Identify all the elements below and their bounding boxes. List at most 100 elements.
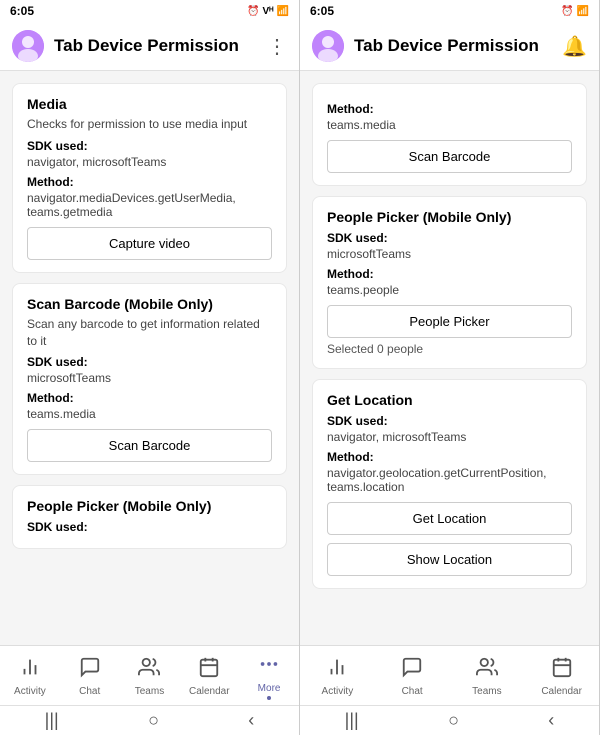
time-right: 6:05 xyxy=(310,4,334,18)
media-method-label: Method: xyxy=(27,175,272,189)
activity-label-right: Activity xyxy=(322,686,354,697)
people-picker-sdk-label-left: SDK used: xyxy=(27,520,272,534)
more-icon-left xyxy=(258,653,280,681)
nav-bar-left: Activity Chat Teams xyxy=(0,645,299,705)
nav-activity-right[interactable]: Activity xyxy=(312,656,362,697)
people-picker-selected: Selected 0 people xyxy=(327,342,572,356)
media-method-value: navigator.mediaDevices.getUserMedia, tea… xyxy=(27,191,272,219)
get-location-method-label: Method: xyxy=(327,450,572,464)
teams-label-left: Teams xyxy=(135,686,164,697)
back-gesture: ‹ xyxy=(248,710,254,731)
scan-sdk-value: microsoftTeams xyxy=(27,371,272,385)
battery-icon-right: 📶 xyxy=(577,6,589,17)
back-gesture-right: ‹ xyxy=(548,710,554,731)
bottom-bar-left: ||| ○ ‹ xyxy=(0,705,299,735)
nav-teams-left[interactable]: Teams xyxy=(124,656,174,697)
activity-label-left: Activity xyxy=(14,686,46,697)
page-title-left: Tab Device Permission xyxy=(54,36,257,56)
people-picker-card-left-partial: People Picker (Mobile Only) SDK used: xyxy=(12,485,287,549)
teams-icon-left xyxy=(138,656,160,684)
status-icons-right: ⏰ 📶 xyxy=(561,6,589,17)
title-bar-right: Tab Device Permission 🔔 xyxy=(300,22,599,71)
nav-calendar-left[interactable]: Calendar xyxy=(184,656,234,697)
get-location-sdk-label: SDK used: xyxy=(327,414,572,428)
capture-video-button[interactable]: Capture video xyxy=(27,227,272,260)
nav-chat-right[interactable]: Chat xyxy=(387,656,437,697)
nav-teams-right[interactable]: Teams xyxy=(462,656,512,697)
avatar-right xyxy=(312,30,344,62)
right-phone: 6:05 ⏰ 📶 Tab Device Permission 🔔 Method:… xyxy=(300,0,600,735)
media-sdk-label: SDK used: xyxy=(27,139,272,153)
people-picker-card-right: People Picker (Mobile Only) SDK used: mi… xyxy=(312,196,587,369)
scan-barcode-title: Scan Barcode (Mobile Only) xyxy=(27,296,272,312)
scan-method-value-right: teams.media xyxy=(327,118,572,132)
people-picker-title-left: People Picker (Mobile Only) xyxy=(27,498,272,514)
content-right: Method: teams.media Scan Barcode People … xyxy=(300,71,599,645)
scan-barcode-desc: Scan any barcode to get information rela… xyxy=(27,316,272,350)
calendar-label-right: Calendar xyxy=(541,686,582,697)
scan-method-label: Method: xyxy=(27,391,272,405)
get-location-sdk-value: navigator, microsoftTeams xyxy=(327,430,572,444)
people-picker-method-label-right: Method: xyxy=(327,267,572,281)
calendar-label-left: Calendar xyxy=(189,686,230,697)
chat-label-left: Chat xyxy=(79,686,100,697)
nav-calendar-right[interactable]: Calendar xyxy=(537,656,587,697)
scan-barcode-card-right-top: Method: teams.media Scan Barcode xyxy=(312,83,587,186)
get-location-method-value: navigator.geolocation.getCurrentPosition… xyxy=(327,466,572,494)
nav-activity-left[interactable]: Activity xyxy=(5,656,55,697)
avatar-left xyxy=(12,30,44,62)
home-gesture-right: ○ xyxy=(448,710,459,731)
teams-icon-right xyxy=(476,656,498,684)
teams-label-right: Teams xyxy=(472,686,501,697)
menu-dots-left[interactable]: ⋮ xyxy=(267,34,287,59)
scan-sdk-label: SDK used: xyxy=(27,355,272,369)
people-picker-title-right: People Picker (Mobile Only) xyxy=(327,209,572,225)
media-title: Media xyxy=(27,96,272,112)
status-bar-left: 6:05 ⏰ Vᴴ 📶 xyxy=(0,0,299,22)
nav-more-left[interactable]: More xyxy=(244,653,294,700)
nav-chat-left[interactable]: Chat xyxy=(65,656,115,697)
more-label-left: More xyxy=(258,683,281,694)
signal-icon: Vᴴ xyxy=(263,6,274,17)
status-bar-right: 6:05 ⏰ 📶 xyxy=(300,0,599,22)
status-icons-left: ⏰ Vᴴ 📶 xyxy=(247,6,289,17)
people-picker-sdk-label-right: SDK used: xyxy=(327,231,572,245)
nav-bar-right: Activity Chat Teams xyxy=(300,645,599,705)
media-card: Media Checks for permission to use media… xyxy=(12,83,287,273)
title-bar-left: Tab Device Permission ⋮ xyxy=(0,22,299,71)
scan-barcode-button-right[interactable]: Scan Barcode xyxy=(327,140,572,173)
alarm-icon-right: ⏰ xyxy=(561,6,573,17)
scan-method-value: teams.media xyxy=(27,407,272,421)
scan-barcode-button-left[interactable]: Scan Barcode xyxy=(27,429,272,462)
scan-method-label-right: Method: xyxy=(327,102,572,116)
alarm-icon: ⏰ xyxy=(247,6,259,17)
left-phone: 6:05 ⏰ Vᴴ 📶 Tab Device Permission ⋮ Medi… xyxy=(0,0,300,735)
time-left: 6:05 xyxy=(10,4,34,18)
content-left: Media Checks for permission to use media… xyxy=(0,71,299,645)
people-picker-method-value-right: teams.people xyxy=(327,283,572,297)
media-desc: Checks for permission to use media input xyxy=(27,116,272,133)
get-location-card: Get Location SDK used: navigator, micros… xyxy=(312,379,587,589)
chat-icon-right xyxy=(401,656,423,684)
calendar-icon-left xyxy=(198,656,220,684)
chat-icon-left xyxy=(79,656,101,684)
scan-barcode-card: Scan Barcode (Mobile Only) Scan any barc… xyxy=(12,283,287,476)
menu-gesture: ||| xyxy=(45,710,59,731)
home-gesture: ○ xyxy=(148,710,159,731)
get-location-title: Get Location xyxy=(327,392,572,408)
get-location-button[interactable]: Get Location xyxy=(327,502,572,535)
activity-icon-left xyxy=(19,656,41,684)
battery-icon: 📶 xyxy=(277,6,289,17)
show-location-button[interactable]: Show Location xyxy=(327,543,572,576)
menu-dots-right[interactable]: 🔔 xyxy=(562,34,587,59)
calendar-icon-right xyxy=(551,656,573,684)
chat-label-right: Chat xyxy=(402,686,423,697)
media-sdk-value: navigator, microsoftTeams xyxy=(27,155,272,169)
people-picker-button[interactable]: People Picker xyxy=(327,305,572,338)
bottom-bar-right: ||| ○ ‹ xyxy=(300,705,599,735)
menu-gesture-right: ||| xyxy=(345,710,359,731)
people-picker-sdk-value-right: microsoftTeams xyxy=(327,247,572,261)
page-title-right: Tab Device Permission xyxy=(354,36,552,56)
activity-icon-right xyxy=(326,656,348,684)
more-active-dot xyxy=(267,696,271,700)
